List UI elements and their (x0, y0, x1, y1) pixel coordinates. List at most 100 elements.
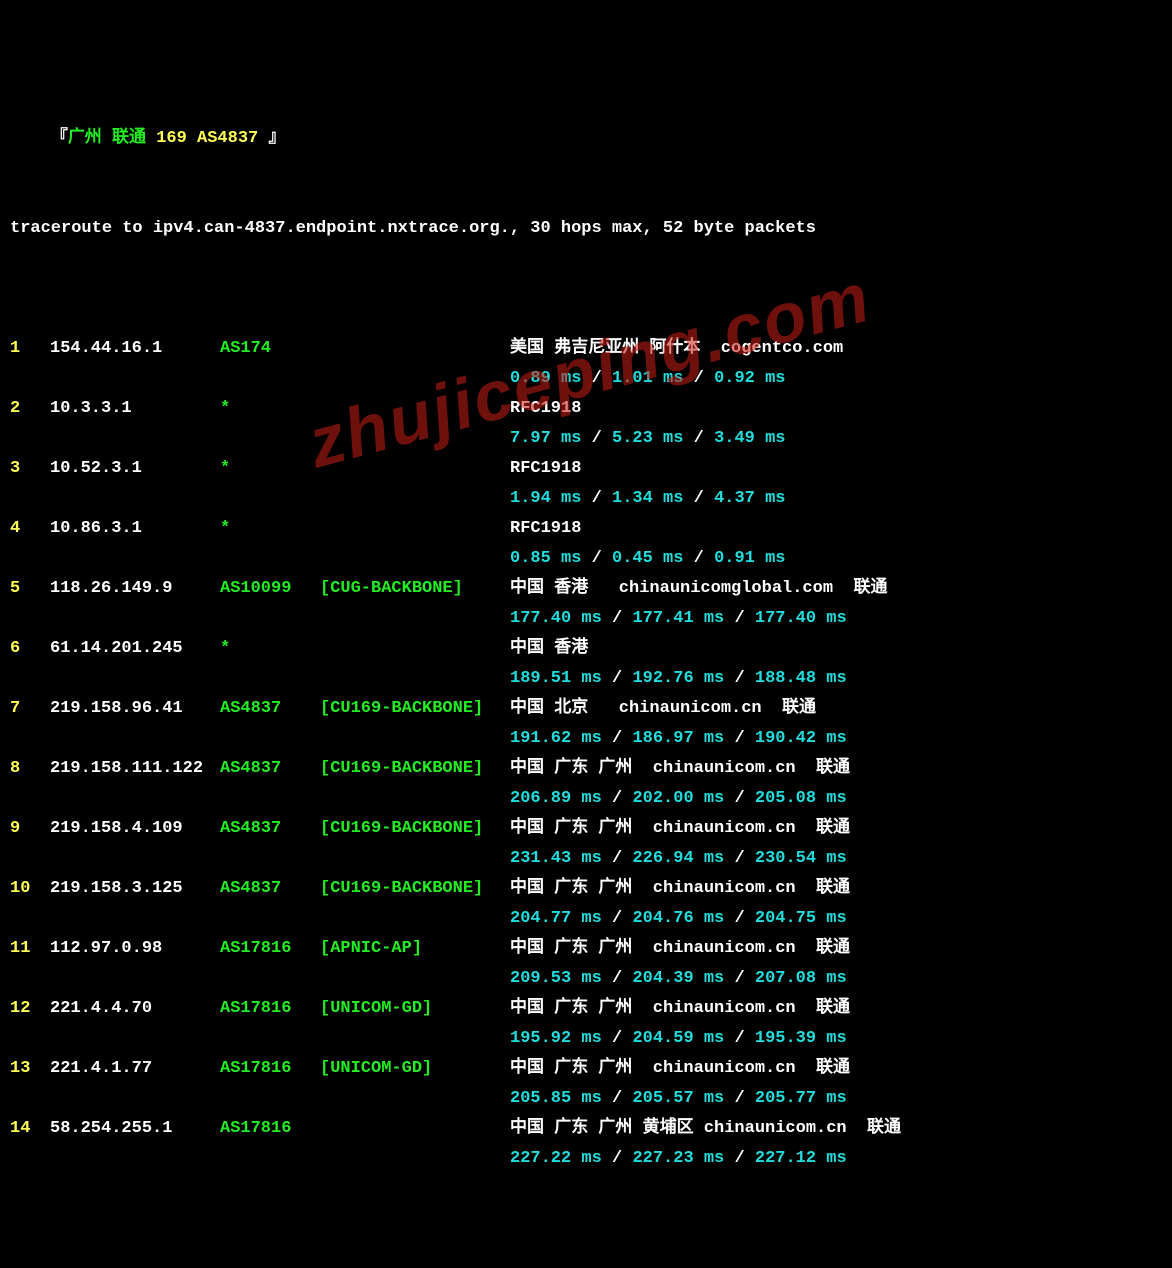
hop-asn: AS4837 (220, 814, 320, 844)
separator: / (602, 969, 633, 988)
hop-rtt: 204.39 ms (632, 969, 724, 988)
hop-rtt: 5.23 ms (612, 429, 683, 448)
hop-rtt: 191.62 ms (510, 729, 602, 748)
hop-rtt: 177.40 ms (755, 609, 847, 628)
separator: / (581, 369, 612, 388)
hop-number: 14 (10, 1114, 50, 1144)
hop-number: 10 (10, 874, 50, 904)
hop-ip: 219.158.96.41 (50, 694, 220, 724)
hop-rtt: 7.97 ms (510, 429, 581, 448)
hop-ip: 219.158.111.122 (50, 754, 220, 784)
hop-location: RFC1918 (510, 514, 581, 544)
terminal-output: 『广州 联通 169 AS4837 』 traceroute to ipv4.c… (0, 0, 1172, 1268)
hop-location: 中国 香港 chinaunicomglobal.com 联通 (510, 574, 887, 604)
hop-rtt-row: 204.77 ms / 204.76 ms / 204.75 ms (10, 904, 1162, 934)
hop-rtt: 227.22 ms (510, 1149, 602, 1168)
hop-asn: AS4837 (220, 694, 320, 724)
hop-ip: 154.44.16.1 (50, 334, 220, 364)
separator: / (602, 789, 633, 808)
title-part2: 169 AS4837 (156, 129, 268, 148)
hop-rtt-row: 7.97 ms / 5.23 ms / 3.49 ms (10, 424, 1162, 454)
hop-rtt: 195.39 ms (755, 1029, 847, 1048)
hop-rtt: 207.08 ms (755, 969, 847, 988)
hop-tag: [APNIC-AP] (320, 934, 510, 964)
hop-rtt-row: 189.51 ms / 192.76 ms / 188.48 ms (10, 664, 1162, 694)
hop-number: 3 (10, 454, 50, 484)
hop-rtt: 189.51 ms (510, 669, 602, 688)
hop-row: 210.3.3.1*RFC1918 (10, 394, 1162, 424)
hop-rtt: 4.37 ms (714, 489, 785, 508)
hop-row: 661.14.201.245* 中国 香港 (10, 634, 1162, 664)
hop-rtt: 192.76 ms (632, 669, 724, 688)
hop-tag: [CU169-BACKBONE] (320, 874, 510, 904)
title-close: 』 (268, 129, 285, 148)
separator: / (724, 609, 755, 628)
separator: / (724, 669, 755, 688)
hop-ip: 61.14.201.245 (50, 634, 220, 664)
hop-number: 11 (10, 934, 50, 964)
hop-row: 13221.4.1.77AS17816[UNICOM-GD]中国 广东 广州 c… (10, 1054, 1162, 1084)
title-part1: 广州 联通 (68, 129, 156, 148)
hop-rtt-row: 0.89 ms / 1.01 ms / 0.92 ms (10, 364, 1162, 394)
separator: / (602, 1029, 633, 1048)
hop-rtt: 204.75 ms (755, 909, 847, 928)
hop-location: 中国 广东 广州 chinaunicom.cn 联通 (510, 874, 850, 904)
hop-ip: 10.3.3.1 (50, 394, 220, 424)
hop-number: 5 (10, 574, 50, 604)
hop-ip: 10.52.3.1 (50, 454, 220, 484)
hop-list: 1154.44.16.1AS174美国 弗吉尼亚州 阿什本 cogentco.c… (10, 334, 1162, 1174)
hop-asn: AS17816 (220, 1114, 320, 1144)
separator: / (602, 1089, 633, 1108)
hop-rtt: 205.85 ms (510, 1089, 602, 1108)
hop-location: RFC1918 (510, 394, 581, 424)
hop-rtt: 0.45 ms (612, 549, 683, 568)
hop-row: 11112.97.0.98AS17816[APNIC-AP]中国 广东 广州 c… (10, 934, 1162, 964)
separator: / (724, 729, 755, 748)
separator: / (602, 909, 633, 928)
hop-rtt-row: 227.22 ms / 227.23 ms / 227.12 ms (10, 1144, 1162, 1174)
hop-asn: * (220, 634, 320, 664)
hop-location: 中国 香港 (510, 634, 588, 664)
hop-tag: [CUG-BACKBONE] (320, 574, 510, 604)
hop-rtt: 1.34 ms (612, 489, 683, 508)
hop-ip: 10.86.3.1 (50, 514, 220, 544)
trace-title: 『广州 联通 169 AS4837 』 (10, 94, 1162, 124)
hop-asn: AS174 (220, 334, 320, 364)
hop-rtt: 204.59 ms (632, 1029, 724, 1048)
title-open: 『 (51, 129, 68, 148)
hop-rtt: 177.40 ms (510, 609, 602, 628)
hop-tag: [CU169-BACKBONE] (320, 814, 510, 844)
hop-ip: 112.97.0.98 (50, 934, 220, 964)
hop-rtt: 202.00 ms (632, 789, 724, 808)
hop-rtt: 209.53 ms (510, 969, 602, 988)
hop-rtt: 231.43 ms (510, 849, 602, 868)
hop-rtt: 204.76 ms (632, 909, 724, 928)
hop-location: 中国 广东 广州 chinaunicom.cn 联通 (510, 1054, 850, 1084)
hop-rtt: 226.94 ms (632, 849, 724, 868)
separator: / (724, 969, 755, 988)
hop-number: 1 (10, 334, 50, 364)
separator: / (602, 609, 633, 628)
separator: / (581, 549, 612, 568)
hop-rtt: 0.92 ms (714, 369, 785, 388)
hop-rtt: 190.42 ms (755, 729, 847, 748)
hop-rtt: 1.01 ms (612, 369, 683, 388)
hop-rtt-row: 177.40 ms / 177.41 ms / 177.40 ms (10, 604, 1162, 634)
hop-location: RFC1918 (510, 454, 581, 484)
separator: / (683, 549, 714, 568)
separator: / (683, 369, 714, 388)
hop-asn: * (220, 454, 320, 484)
hop-location: 中国 广东 广州 黄埔区 chinaunicom.cn 联通 (510, 1114, 901, 1144)
hop-tag: [UNICOM-GD] (320, 994, 510, 1024)
hop-number: 6 (10, 634, 50, 664)
hop-rtt: 3.49 ms (714, 429, 785, 448)
hop-ip: 221.4.1.77 (50, 1054, 220, 1084)
hop-location: 中国 北京 chinaunicom.cn 联通 (510, 694, 816, 724)
hop-row: 12221.4.4.70AS17816[UNICOM-GD]中国 广东 广州 c… (10, 994, 1162, 1024)
hop-rtt: 188.48 ms (755, 669, 847, 688)
hop-ip: 58.254.255.1 (50, 1114, 220, 1144)
hop-number: 8 (10, 754, 50, 784)
separator: / (581, 429, 612, 448)
hop-number: 9 (10, 814, 50, 844)
hop-rtt: 227.23 ms (632, 1149, 724, 1168)
